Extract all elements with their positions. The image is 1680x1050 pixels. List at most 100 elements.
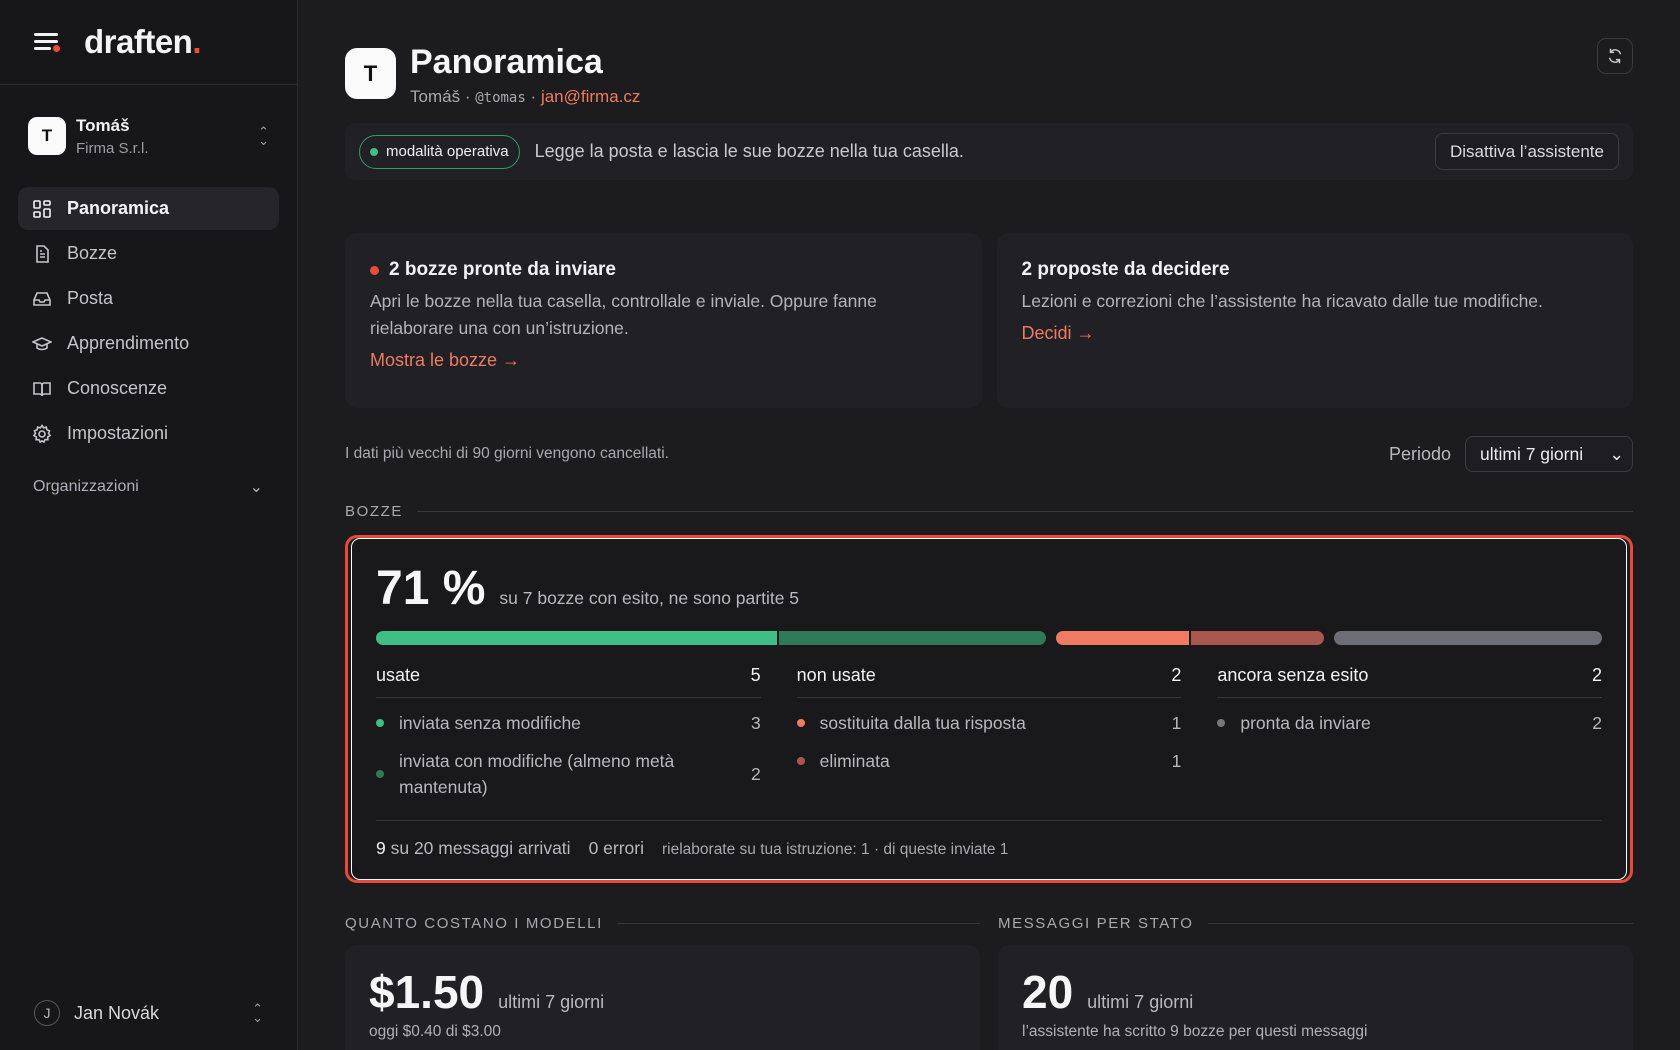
- status-dot-icon: [796, 757, 805, 765]
- logo[interactable]: draften.: [84, 23, 201, 61]
- bar-segment: [1056, 631, 1189, 645]
- sidebar-item-posta[interactable]: Posta: [18, 277, 279, 320]
- item-count: 1: [1171, 712, 1182, 733]
- item-label: pronta da inviare: [1240, 713, 1371, 733]
- sidebar-item-impostazioni[interactable]: Impostazioni: [18, 412, 279, 455]
- arrived-text: su 20 messaggi arrivati: [390, 838, 571, 858]
- workspace-switcher[interactable]: T Tomáš Firma S.r.l. ⌃ ⌄: [0, 85, 297, 187]
- drafts-summary-panel: 71 % su 7 bozze con esito, ne sono parti…: [345, 535, 1633, 883]
- period-select[interactable]: ultimi 7 giorni ⌄: [1465, 436, 1633, 472]
- sidebar-item-panoramica[interactable]: Panoramica: [18, 187, 279, 230]
- item-count: 2: [750, 763, 761, 784]
- sidebar-item-apprendimento[interactable]: Apprendimento: [18, 322, 279, 365]
- sidebar: draften. T Tomáš Firma S.r.l. ⌃ ⌄ Panoram…: [0, 0, 298, 1050]
- column-total: 2: [1592, 665, 1603, 685]
- item-label: inviata senza modifiche: [399, 713, 581, 733]
- card-text: Lezioni e correzioni che l’assistente ha…: [1021, 291, 1543, 311]
- list-item: pronta da inviare 2: [1217, 710, 1602, 736]
- workspace-org: Firma S.r.l.: [76, 139, 149, 157]
- decide-link[interactable]: Decidi →: [1022, 323, 1095, 344]
- status-dot-icon: [370, 147, 378, 156]
- bottom-sections: QUANTO COSTANO I MODELLI $1.50 ultimi 7 …: [345, 913, 1633, 1050]
- mode-description: Legge la posta e lascia le sue bozze nel…: [534, 141, 964, 161]
- errors-count: 0 errori: [588, 838, 644, 858]
- breakdown-column: ancora senza esito 2 pronta da inviare 2: [1217, 665, 1603, 800]
- book-icon: [33, 381, 51, 396]
- graduation-cap-icon: [32, 336, 52, 350]
- alert-dot-icon: [370, 265, 379, 275]
- drafts-summary: su 7 bozze con esito, ne sono partite 5: [499, 588, 800, 608]
- sidebar-item-label: Bozze: [67, 243, 118, 263]
- header-handle: @tomas: [475, 90, 526, 106]
- status-dot-icon: [796, 719, 805, 727]
- drafts-ready-card: 2 bozze pronte da inviare Apri le bozze …: [345, 233, 982, 408]
- breakdown-column: usate 5 inviata senza modifiche 3 inviata co…: [376, 665, 761, 800]
- status-dot-icon: [1217, 719, 1226, 727]
- column-header: ancora senza esito 2: [1217, 665, 1603, 698]
- arrived-count: 9: [376, 838, 386, 858]
- drafts-percent: 71 %: [376, 562, 486, 615]
- messages-period: ultimi 7 giorni: [1087, 992, 1194, 1012]
- avatar: T: [345, 48, 396, 99]
- inbox-icon: [33, 291, 51, 306]
- sidebar-nav: Panoramica Bozze Posta Apprendimento Con…: [0, 187, 297, 455]
- column-header: non usate 2: [796, 665, 1182, 698]
- header-email-link[interactable]: jan@firma.cz: [541, 87, 640, 106]
- user-menu[interactable]: J Jan Novák ⌃ ⌄: [0, 1000, 297, 1026]
- item-count: 1: [1171, 750, 1182, 771]
- workspace-name: Tomáš: [76, 115, 130, 135]
- card-title: 2 bozze pronte da inviare: [370, 259, 957, 281]
- bar-segment: [1189, 631, 1324, 645]
- chevron-updown-icon: ⌃ ⌄: [252, 1001, 263, 1025]
- column-title: non usate: [796, 665, 876, 685]
- list-item: inviata con modifiche (almeno metà mante…: [376, 748, 761, 800]
- show-drafts-link[interactable]: Mostra le bozze →: [370, 350, 520, 371]
- retention-row: I dati più vecchi di 90 giorni vengono c…: [345, 436, 1633, 472]
- reworked-info: rielaborate su tua istruzione: 1 · di qu…: [662, 841, 1009, 858]
- chevron-updown-icon: ⌃ ⌄: [258, 124, 269, 148]
- sidebar-item-conoscenze[interactable]: Conoscenze: [18, 367, 279, 410]
- item-label: inviata con modifiche (almeno metà mante…: [399, 751, 675, 797]
- sidebar-item-label: Panoramica: [67, 198, 170, 218]
- user-name: Jan Novák: [74, 1002, 160, 1023]
- page-header: T Panoramica Tomáš · @tomas · jan@firma.…: [345, 42, 1633, 112]
- card-title: 2 proposte da decidere: [1021, 259, 1230, 280]
- column-header: usate 5: [376, 665, 761, 698]
- header-name: Tomáš: [410, 87, 461, 106]
- section-heading-costs: QUANTO COSTANO I MODELLI: [345, 913, 980, 933]
- drafts-footer: 9 su 20 messaggi arrivati 0 errori riela…: [376, 820, 1602, 859]
- bar-segment: [1334, 631, 1602, 645]
- organizations-toggle[interactable]: Organizzazioni ⌄: [0, 473, 297, 501]
- drafts-progress-bar: [376, 631, 1602, 645]
- disable-assistant-button[interactable]: Disattiva l’assistente: [1434, 133, 1619, 170]
- status-dot-icon: [376, 719, 384, 727]
- refresh-button[interactable]: [1597, 38, 1633, 74]
- main-content: T Panoramica Tomáš · @tomas · jan@firma.…: [345, 0, 1633, 1050]
- avatar: J: [34, 1000, 60, 1026]
- item-label: eliminata: [819, 751, 890, 771]
- cost-today: oggi $0.40 di $3.00: [369, 1023, 501, 1040]
- cost-period: ultimi 7 giorni: [498, 992, 605, 1012]
- breakdown-column: non usate 2 sostituita dalla tua risposta 1…: [796, 665, 1182, 800]
- period-filter: Periodo ultimi 7 giorni ⌄: [1389, 436, 1633, 472]
- organizations-label: Organizzazioni: [33, 478, 139, 495]
- column-total: 2: [1171, 665, 1182, 685]
- sidebar-item-label: Apprendimento: [67, 333, 190, 353]
- brand-bar: draften.: [0, 0, 297, 85]
- chevron-down-icon: ⌄: [249, 479, 263, 496]
- costs-card: $1.50 ultimi 7 giorni oggi $0.40 di $3.0…: [345, 945, 980, 1050]
- action-cards: 2 bozze pronte da inviare Apri le bozze …: [345, 233, 1633, 408]
- page-subtitle: Tomáš · @tomas · jan@firma.cz: [410, 87, 641, 106]
- menu-icon[interactable]: [34, 31, 60, 53]
- bar-segment: [376, 631, 777, 645]
- sidebar-item-label: Impostazioni: [67, 423, 169, 443]
- cost-amount: $1.50: [369, 966, 485, 1018]
- section-heading-bozze: BOZZE: [345, 501, 1633, 521]
- list-item: sostituita dalla tua risposta 1: [796, 710, 1182, 736]
- status-dot-icon: [376, 770, 384, 778]
- messages-count: 20: [1022, 966, 1074, 1018]
- sidebar-item-bozze[interactable]: Bozze: [18, 232, 279, 275]
- gear-icon: [32, 423, 52, 443]
- column-title: usate: [376, 665, 421, 685]
- messages-sub: l’assistente ha scritto 9 bozze per ques…: [1022, 1023, 1368, 1040]
